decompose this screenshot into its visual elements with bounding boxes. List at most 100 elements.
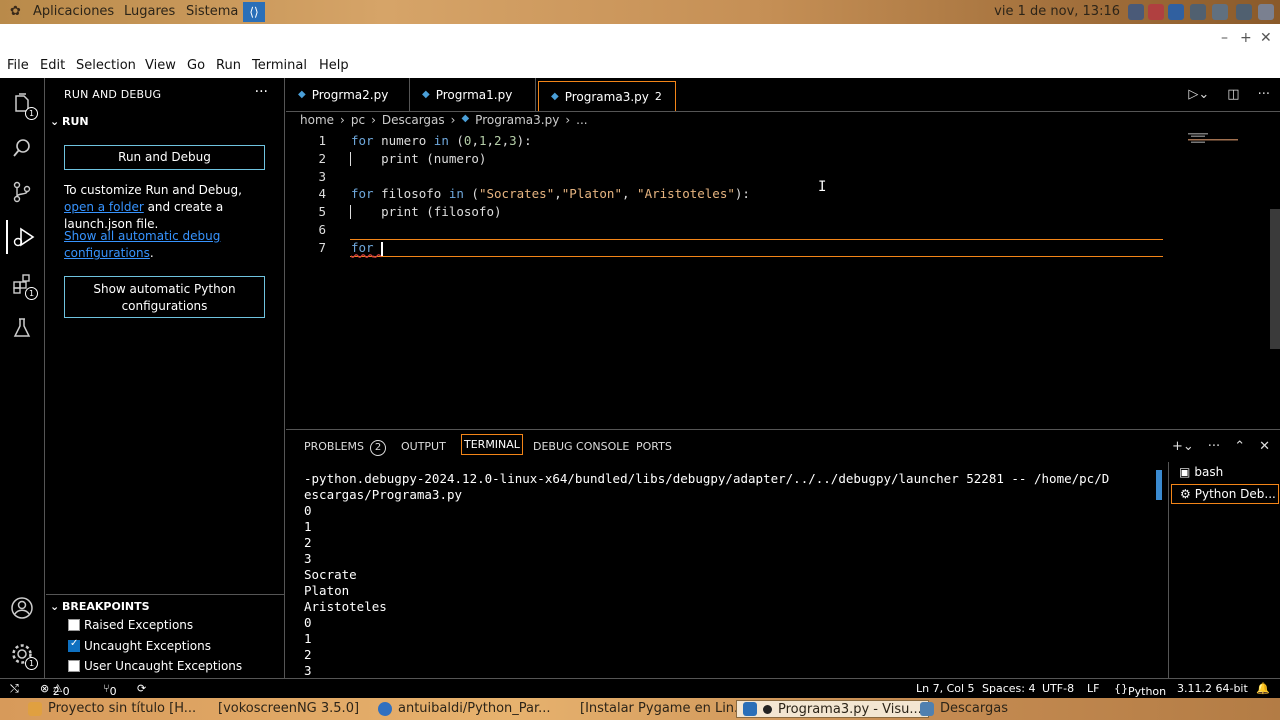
cursor-position[interactable]: Ln 7, Col 5 — [916, 682, 975, 695]
notifications-bell-icon[interactable]: 🔔 — [1256, 682, 1270, 695]
search-icon[interactable] — [8, 134, 36, 162]
monitor-tray-icon[interactable] — [1128, 4, 1144, 20]
run-section-header[interactable]: ⌄ RUN — [50, 115, 89, 128]
os-menu-system[interactable]: Sistema — [186, 4, 238, 19]
tab-output[interactable]: OUTPUT — [401, 440, 446, 453]
tab-problems[interactable]: PROBLEMS 2 — [304, 440, 387, 456]
explorer-icon[interactable]: 1 — [8, 90, 38, 120]
tab-programa3[interactable]: ◆ Programa3.py 2 — [538, 81, 676, 111]
menu-terminal[interactable]: Terminal — [252, 58, 307, 73]
terminal-item-python-debug[interactable]: ⚙ Python Deb... — [1171, 484, 1279, 504]
breakpoints-section-header[interactable]: ⌄ BREAKPOINTS — [50, 600, 150, 613]
chevron-right-icon: › — [371, 113, 376, 127]
os-taskbar: Proyecto sin título [H... [vokoscreenNG … — [0, 698, 1280, 720]
breadcrumb-file[interactable]: Programa3.py — [475, 113, 559, 127]
network-icon[interactable] — [1190, 4, 1206, 20]
terminal-line: Socrate — [304, 567, 357, 582]
menu-help[interactable]: Help — [319, 58, 349, 73]
checkbox[interactable] — [68, 660, 80, 672]
terminal-line: escargas/Programa3.py — [304, 487, 463, 502]
section-divider — [46, 594, 285, 595]
settings-gear-icon[interactable]: 1 — [8, 640, 38, 670]
task-pygame[interactable]: [Instalar Pygame en Lin... — [580, 701, 746, 716]
source-control-icon[interactable] — [8, 178, 36, 206]
menu-edit[interactable]: Edit — [40, 58, 65, 73]
breadcrumb-home[interactable]: home — [300, 113, 334, 127]
problems-status[interactable]: ⊗ 2 ⚠ 0 — [40, 682, 70, 698]
python-interpreter[interactable]: 3.11.2 64-bit — [1177, 682, 1248, 695]
maximize-icon[interactable]: + — [1240, 30, 1252, 46]
tab-progrma1[interactable]: ◆ Progrma1.py — [410, 78, 536, 111]
checkbox-checked[interactable] — [68, 638, 80, 652]
task-browser-github[interactable]: antuibaldi/Python_Par... — [378, 701, 551, 716]
testing-flask-icon[interactable] — [8, 314, 36, 342]
open-folder-link[interactable]: open a folder — [64, 200, 144, 214]
recorder-tray-icon[interactable] — [1148, 4, 1164, 20]
menu-go[interactable]: Go — [187, 58, 205, 73]
close-window-icon[interactable]: ✕ — [1260, 30, 1272, 46]
run-and-debug-button[interactable]: Run and Debug — [64, 145, 265, 170]
split-editor-icon[interactable]: ◫ — [1227, 87, 1239, 102]
task-descargas[interactable]: Descargas — [920, 701, 1008, 716]
menu-run[interactable]: Run — [216, 58, 241, 73]
tab-ports[interactable]: PORTS — [636, 440, 672, 453]
breadcrumb-symbols[interactable]: ... — [576, 113, 587, 127]
editor-tabs: ◆ Progrma2.py ◆ Progrma1.py ◆ Programa3.py 2… — [286, 78, 1280, 112]
bluetooth-icon[interactable] — [1168, 4, 1184, 20]
more-actions-icon[interactable]: ··· — [1258, 87, 1270, 102]
extensions-icon[interactable]: 1 — [8, 270, 38, 300]
new-terminal-icon[interactable]: +⌄ — [1172, 439, 1194, 454]
power-icon[interactable] — [1258, 4, 1274, 20]
folder-icon — [920, 701, 934, 716]
vscode-icon — [743, 702, 757, 716]
ports-status[interactable]: ⑂ 0 — [103, 682, 117, 698]
text-cursor — [381, 242, 383, 256]
breakpoint-user-uncaught-exceptions[interactable]: User Uncaught Exceptions — [68, 659, 242, 673]
os-clock[interactable]: vie 1 de nov, 13:16 — [994, 4, 1120, 19]
language-mode[interactable]: {} Python — [1114, 682, 1166, 698]
menu-file[interactable]: File — [7, 58, 29, 73]
account-icon[interactable] — [8, 594, 36, 622]
tab-terminal[interactable]: TERMINAL — [461, 434, 523, 455]
end-of-line[interactable]: LF — [1087, 682, 1099, 695]
indentation[interactable]: Spaces: 4 — [982, 682, 1035, 695]
terminal-scrollbar[interactable] — [1156, 470, 1162, 500]
volume-icon[interactable] — [1236, 4, 1252, 20]
editor-scrollbar[interactable] — [1270, 209, 1280, 349]
debug-launch-icon[interactable]: ⟳ — [137, 682, 146, 695]
task-vokoscreen[interactable]: [vokoscreenNG 3.5.0] — [218, 701, 359, 716]
breakpoint-uncaught-exceptions[interactable]: Uncaught Exceptions — [68, 638, 211, 653]
menu-selection[interactable]: Selection — [76, 58, 136, 73]
more-actions-icon[interactable]: ··· — [1208, 439, 1220, 454]
checkbox[interactable] — [68, 619, 80, 631]
code-line-7: for — [351, 240, 374, 255]
show-all-configurations-link[interactable]: Show all automatic debug configurations — [64, 229, 220, 260]
close-panel-icon[interactable]: ✕ — [1259, 439, 1270, 454]
os-logo-icon[interactable]: ✿ — [10, 4, 21, 19]
code-editor[interactable]: 1 2 3 4 5 6 7 for numero in (0,1,2,3): p… — [286, 131, 1280, 428]
task-proyecto[interactable]: Proyecto sin título [H... — [28, 701, 196, 716]
more-actions-icon[interactable]: ··· — [255, 84, 268, 100]
breakpoint-raised-exceptions[interactable]: Raised Exceptions — [68, 618, 193, 632]
tab-progrma2[interactable]: ◆ Progrma2.py — [286, 78, 410, 111]
vscode-launcher-icon[interactable]: ⟨⟩ — [243, 2, 265, 22]
run-python-file-icon[interactable]: ▷⌄ — [1188, 87, 1209, 102]
customize-text: To customize Run and Debug, open a folde… — [64, 183, 242, 231]
maximize-panel-icon[interactable]: ⌃ — [1234, 439, 1245, 454]
breadcrumb-pc[interactable]: pc — [351, 113, 365, 127]
tab-debug-console[interactable]: DEBUG CONSOLE — [533, 440, 629, 453]
terminal-item-bash[interactable]: ▣ bash — [1179, 465, 1223, 479]
breadcrumb-descargas[interactable]: Descargas — [382, 113, 445, 127]
os-menu-places[interactable]: Lugares — [124, 4, 175, 19]
terminal-output[interactable]: -python.debugpy-2024.12.0-linux-x64/bund… — [304, 471, 1164, 679]
remote-icon[interactable]: ⤭ — [10, 682, 19, 696]
minimize-icon[interactable]: – — [1221, 30, 1228, 46]
task-vscode[interactable]: Programa3.py - Visu... — [736, 700, 929, 718]
os-menu-applications[interactable]: Aplicaciones — [33, 4, 114, 19]
display-icon[interactable] — [1212, 4, 1228, 20]
run-debug-icon[interactable] — [6, 220, 40, 254]
encoding[interactable]: UTF-8 — [1042, 682, 1074, 695]
show-python-configurations-button[interactable]: Show automatic Python configurations — [64, 276, 265, 318]
menu-view[interactable]: View — [145, 58, 176, 73]
minimap[interactable] — [1188, 133, 1268, 145]
